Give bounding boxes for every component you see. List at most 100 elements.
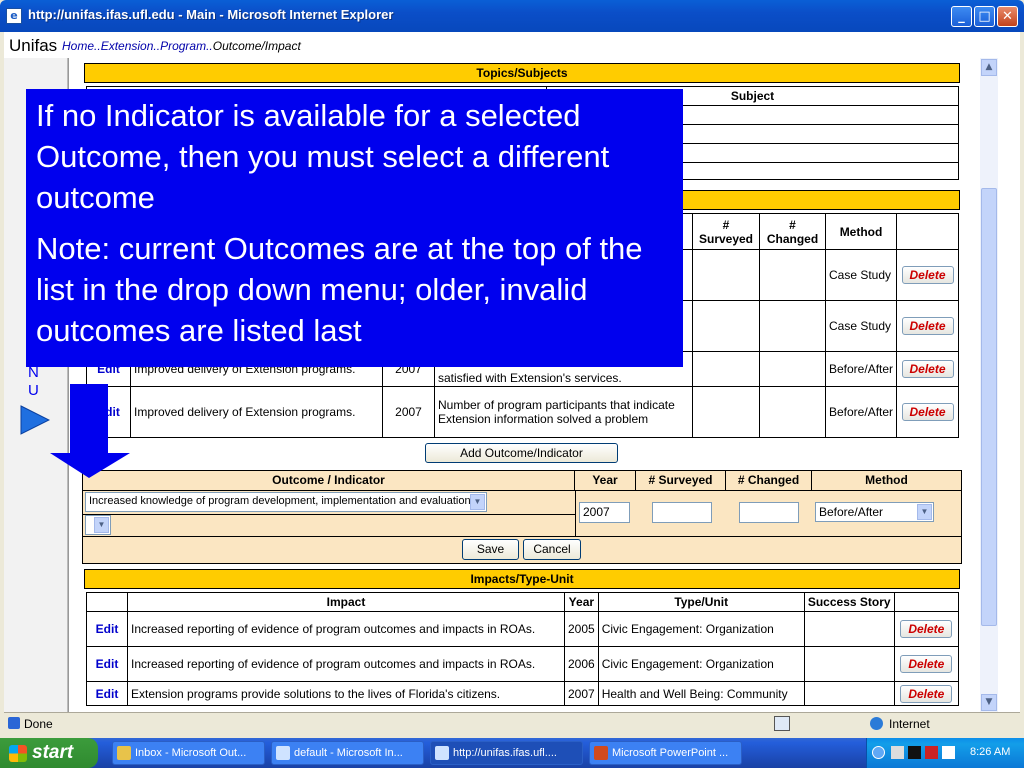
chevron-down-icon[interactable]: ▼	[917, 504, 932, 520]
task-label: default - Microsoft In...	[294, 747, 403, 759]
clock: 8:26 AM	[970, 746, 1011, 758]
impacts-section-header: Impacts/Type-Unit	[84, 569, 960, 589]
method-dropdown[interactable]: Before/After ▼	[815, 502, 934, 522]
edit-link[interactable]: Edit	[86, 681, 128, 706]
crumb-sep: ..	[206, 39, 213, 53]
down-arrow-icon	[50, 384, 130, 478]
table-row: Edit Extension programs provide solution…	[86, 681, 960, 706]
year-cell: 2007	[382, 386, 435, 438]
year-cell: 2006	[564, 646, 599, 682]
scroll-down-icon[interactable]: ▼	[981, 694, 997, 711]
powerpoint-icon	[594, 746, 608, 760]
task-ie-default[interactable]: default - Microsoft In...	[271, 741, 424, 765]
impacts-table: Impact Year Type/Unit Success Story Edit…	[86, 592, 960, 706]
table-row: Edit Increased reporting of evidence of …	[86, 646, 960, 682]
table-cell	[896, 213, 959, 250]
changed-header: # Changed	[759, 213, 826, 250]
delete-button[interactable]: Delete	[900, 684, 953, 703]
tray-app-icon[interactable]	[942, 746, 955, 759]
callout-text-1: If no Indicator is available for a selec…	[36, 98, 610, 215]
minimize-button[interactable]: _	[951, 6, 972, 27]
delete-button[interactable]: Delete	[900, 655, 953, 673]
page-icon	[8, 717, 20, 729]
table-cell	[803, 681, 895, 706]
cancel-button[interactable]: Cancel	[523, 539, 581, 560]
edit-link[interactable]: Edit	[86, 611, 128, 647]
vertical-scrollbar[interactable]: ▲ ▼	[980, 58, 998, 712]
table-cell	[692, 351, 760, 387]
table-row: Edit Improved delivery of Extension prog…	[86, 386, 959, 438]
window-title: http://unifas.ifas.ufl.edu - Main - Micr…	[28, 7, 394, 22]
network-icon[interactable]	[891, 746, 904, 759]
impact-cell: Increased reporting of evidence of progr…	[127, 611, 565, 647]
task-label: Microsoft PowerPoint ...	[612, 747, 729, 759]
delete-button[interactable]: Delete	[901, 360, 954, 378]
impact-header: Impact	[127, 592, 565, 612]
year-input[interactable]: 2007	[579, 502, 630, 523]
crumb-home[interactable]: Home	[62, 39, 94, 53]
changed-header: # Changed	[726, 471, 812, 491]
outcome-dropdown[interactable]: Increased knowledge of program developme…	[85, 492, 487, 512]
status-text: Done	[24, 717, 53, 731]
task-outlook[interactable]: Inbox - Microsoft Out...	[112, 741, 265, 765]
close-button[interactable]: ✕	[997, 6, 1018, 27]
method-header: Method	[824, 213, 898, 250]
title-bar[interactable]: e http://unifas.ifas.ufl.edu - Main - Mi…	[0, 0, 1024, 32]
play-arrow-icon[interactable]	[20, 405, 50, 435]
task-label: http://unifas.ifas.ufl....	[453, 747, 557, 759]
start-button[interactable]: start	[0, 738, 98, 768]
crumb-extension[interactable]: Extension	[101, 39, 154, 53]
delete-button[interactable]: Delete	[901, 403, 954, 421]
system-tray: 8:26 AM	[866, 738, 1024, 768]
outlook-icon	[117, 746, 131, 760]
tray-expand-icon[interactable]	[872, 746, 885, 759]
table-cell	[759, 249, 826, 301]
method-header: Method	[812, 471, 961, 491]
delete-button[interactable]: Delete	[901, 266, 954, 284]
outcome-dropdown-value: Increased knowledge of program developme…	[89, 495, 474, 507]
topics-section-header: Topics/Subjects	[84, 63, 960, 83]
method-cell: Case Study	[824, 249, 898, 301]
add-outcome-button[interactable]: Add Outcome/Indicator	[425, 443, 618, 463]
year-cell: 2007	[564, 681, 599, 706]
instruction-callout: If no Indicator is available for a selec…	[26, 89, 683, 367]
changed-input[interactable]	[739, 502, 799, 523]
antivirus-icon[interactable]	[925, 746, 938, 759]
globe-icon	[870, 717, 883, 730]
chevron-down-icon[interactable]: ▼	[470, 494, 485, 510]
side-letter: U	[28, 382, 39, 399]
start-label: start	[32, 742, 74, 763]
method-dropdown-value: Before/After	[819, 505, 884, 519]
method-cell: Before/After	[824, 386, 898, 438]
crumb-program[interactable]: Program	[160, 39, 206, 53]
type-cell: Civic Engagement: Organization	[597, 611, 805, 647]
save-button[interactable]: Save	[462, 539, 519, 560]
side-letter: N	[28, 364, 39, 381]
app-name: Unifas	[9, 36, 58, 55]
status-bar: Done Internet	[4, 712, 1020, 736]
task-ie-unifas[interactable]: http://unifas.ifas.ufl....	[430, 741, 583, 765]
impact-cell: Extension programs provide solutions to …	[127, 681, 565, 706]
type-cell: Civic Engagement: Organization	[597, 646, 805, 682]
taskbar: start Inbox - Microsoft Out... default -…	[0, 738, 1024, 768]
table-cell	[692, 300, 760, 352]
windows-logo-icon	[9, 745, 27, 762]
tray-t-icon[interactable]	[908, 746, 921, 759]
chevron-down-icon[interactable]: ▼	[94, 517, 109, 533]
scroll-thumb[interactable]	[981, 188, 997, 626]
task-powerpoint[interactable]: Microsoft PowerPoint ...	[589, 741, 742, 765]
scroll-up-icon[interactable]: ▲	[981, 59, 997, 76]
indicator-dropdown[interactable]: ▼	[85, 515, 111, 535]
outcome-indicator-header: Outcome / Indicator	[83, 471, 575, 491]
table-cell	[86, 592, 128, 612]
year-header: Year	[564, 592, 599, 612]
delete-button[interactable]: Delete	[900, 620, 953, 638]
table-cell	[759, 351, 826, 387]
maximize-button[interactable]: □	[974, 6, 995, 27]
ie-icon	[435, 746, 449, 760]
edit-link[interactable]: Edit	[86, 646, 128, 682]
delete-button[interactable]: Delete	[901, 317, 954, 335]
zone-text: Internet	[889, 717, 930, 731]
year-cell: 2005	[564, 611, 599, 647]
surveyed-input[interactable]	[652, 502, 712, 523]
